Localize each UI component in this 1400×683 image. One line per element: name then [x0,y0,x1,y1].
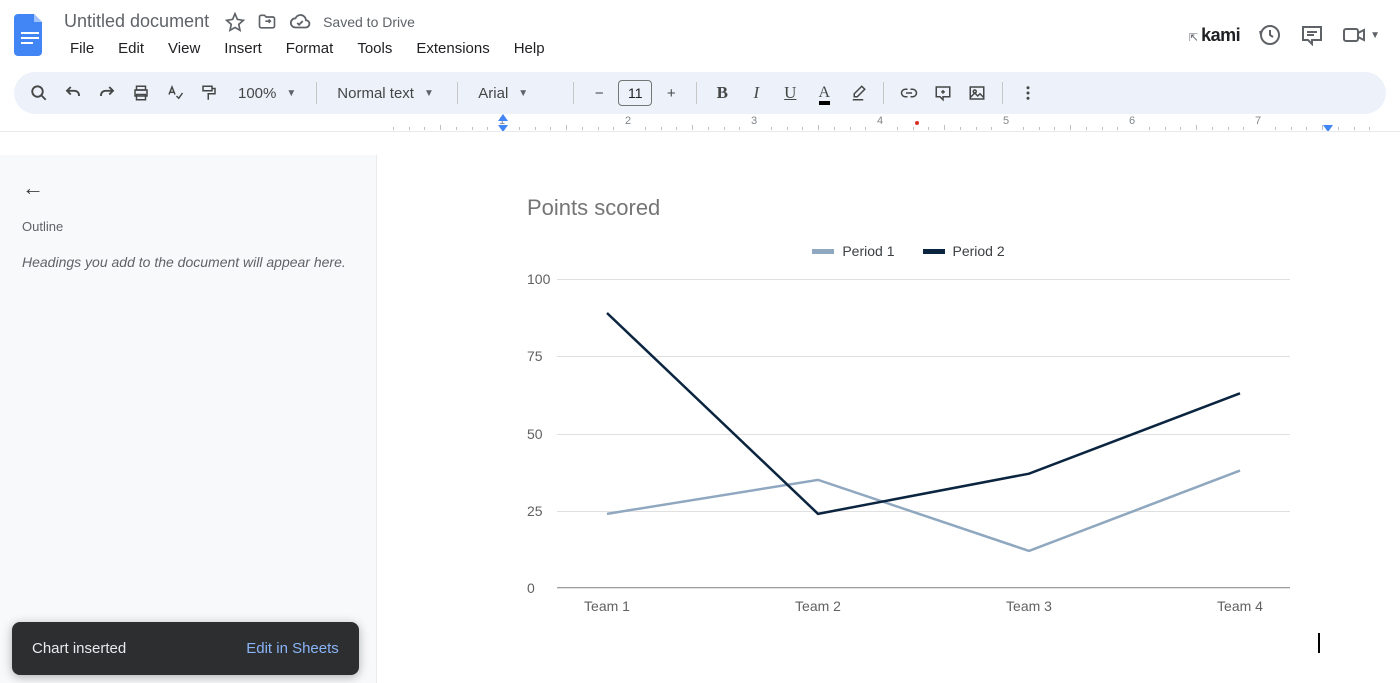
separator [573,82,574,104]
external-link-icon: ⇱ [1189,32,1198,44]
cloud-saved-icon[interactable] [289,11,311,33]
print-icon[interactable] [126,78,156,108]
outline-hint: Headings you add to the document will ap… [22,252,354,273]
menu-file[interactable]: File [60,36,104,61]
toast-action-button[interactable]: Edit in Sheets [246,640,339,657]
underline-button[interactable]: U [775,78,805,108]
toolbar: 100% ▼ Normal text ▼ Arial ▼ − 11 + B I U A [14,72,1386,114]
legend-item: Period 1 [812,243,894,259]
separator [1002,82,1003,104]
comments-icon[interactable] [1300,23,1324,47]
text-color-button[interactable]: A [809,78,839,108]
back-arrow-icon[interactable]: ← [22,175,44,201]
document-title[interactable]: Untitled document [60,9,213,34]
document-area: Points scored Period 1 Period 2 02550751… [377,155,1400,683]
chart-legend: Period 1 Period 2 [527,243,1290,259]
insert-link-icon[interactable] [894,78,924,108]
chart-title: Points scored [527,195,1290,221]
chevron-down-icon: ▼ [424,88,434,99]
text-cursor [1318,633,1320,653]
legend-label: Period 1 [842,243,894,259]
add-comment-icon[interactable] [928,78,958,108]
insert-image-icon[interactable] [962,78,992,108]
menu-format[interactable]: Format [276,36,344,61]
increase-font-icon[interactable]: + [656,78,686,108]
redo-icon[interactable] [92,78,122,108]
menu-bar: File Edit View Insert Format Tools Exten… [60,36,1189,61]
toast-notification: Chart inserted Edit in Sheets [12,622,359,675]
history-icon[interactable] [1258,23,1282,47]
chevron-down-icon: ▼ [518,88,528,99]
chevron-down-icon: ▼ [286,88,296,99]
bold-button[interactable]: B [707,78,737,108]
separator [457,82,458,104]
menu-view[interactable]: View [158,36,210,61]
menu-extensions[interactable]: Extensions [406,36,499,61]
font-select[interactable]: Arial ▼ [468,85,563,102]
page[interactable]: Points scored Period 1 Period 2 02550751… [377,155,1400,683]
legend-swatch [923,249,945,254]
separator [883,82,884,104]
inserted-chart[interactable]: Points scored Period 1 Period 2 02550751… [497,195,1320,614]
horizontal-ruler[interactable]: 1234567 [0,114,1400,132]
highlight-button[interactable] [843,78,873,108]
title-row: Untitled document Saved to Drive [60,9,1189,34]
toast-message: Chart inserted [32,640,126,657]
paragraph-style-select[interactable]: Normal text ▼ [327,85,447,102]
menu-help[interactable]: Help [504,36,555,61]
star-icon[interactable] [225,12,245,32]
move-icon[interactable] [257,12,277,32]
header-right: ⇱kami ▼ [1189,23,1380,47]
legend-swatch [812,249,834,254]
menu-insert[interactable]: Insert [214,36,272,61]
zoom-select[interactable]: 100% ▼ [228,85,306,102]
legend-item: Period 2 [923,243,1005,259]
chart-plot-area: 0255075100Team 1Team 2Team 3Team 4 [557,279,1290,614]
saved-status: Saved to Drive [323,14,415,30]
header-main: Untitled document Saved to Drive File Ed… [60,9,1189,61]
paint-format-icon[interactable] [194,78,224,108]
separator [696,82,697,104]
spellcheck-icon[interactable] [160,78,190,108]
decrease-font-icon[interactable]: − [584,78,614,108]
separator [316,82,317,104]
outline-title: Outline [22,219,354,234]
menu-tools[interactable]: Tools [347,36,402,61]
more-icon[interactable] [1013,78,1043,108]
docs-logo-icon[interactable] [12,11,48,59]
menu-edit[interactable]: Edit [108,36,154,61]
kami-label: kami [1201,25,1240,45]
undo-icon[interactable] [58,78,88,108]
font-size-input[interactable]: 11 [618,80,652,106]
kami-extension[interactable]: ⇱kami [1189,25,1240,46]
legend-label: Period 2 [953,243,1005,259]
style-value: Normal text [337,85,414,102]
search-menus-icon[interactable] [24,78,54,108]
font-value: Arial [478,85,508,102]
italic-button[interactable]: I [741,78,771,108]
join-call-icon[interactable]: ▼ [1342,23,1380,47]
header: Untitled document Saved to Drive File Ed… [0,0,1400,64]
outline-sidebar: ← Outline Headings you add to the docume… [0,155,377,683]
zoom-value: 100% [238,85,276,102]
